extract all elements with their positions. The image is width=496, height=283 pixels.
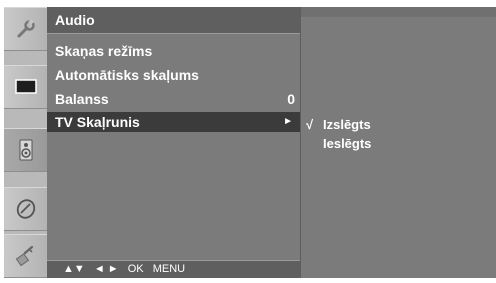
wrench-icon	[17, 19, 35, 38]
menu-item-auto-volume[interactable]: Automātisks skaļums	[47, 65, 300, 85]
ok-hint: OK	[127, 263, 144, 275]
audio-menu-panel: Audio Skaņas režīms Automātisks skaļums …	[47, 7, 301, 278]
rail-item-audio[interactable]	[4, 128, 47, 172]
rail-item-lock[interactable]	[4, 234, 47, 278]
menu-item-label: TV Skaļrunis	[55, 114, 140, 130]
category-rail	[4, 7, 47, 278]
option-off[interactable]: √ Izslēgts	[301, 115, 496, 135]
picture-icon	[14, 79, 37, 94]
leftright-arrows-icon: ◄ ►	[93, 263, 119, 275]
option-label: Ieslēgts	[323, 136, 372, 151]
menu-item-sound-mode[interactable]: Skaņas režīms	[47, 41, 300, 61]
balance-value: 0	[287, 91, 295, 107]
menu-item-balance[interactable]: Balanss 0	[47, 89, 300, 109]
menu-item-label: Balanss	[55, 91, 109, 107]
submenu-arrow-icon: ►	[283, 116, 293, 127]
tv-osd-screen: Audio Skaņas režīms Automātisks skaļums …	[0, 0, 496, 283]
tv-speaker-submenu: √ Izslēgts Ieslēgts	[301, 7, 496, 278]
menu-item-label: Automātisks skaļums	[55, 67, 199, 83]
submenu-header-bar	[301, 7, 496, 17]
nav-hint-bar: ▲▼ ◄ ► OK MENU	[47, 260, 300, 278]
checkmark-icon: √	[306, 117, 314, 132]
option-label: Izslēgts	[323, 117, 371, 132]
updown-arrows-icon: ▲▼	[63, 263, 85, 275]
menu-item-label: Skaņas režīms	[55, 43, 153, 59]
menu-item-tv-speaker[interactable]: TV Skaļrunis ►	[47, 112, 300, 132]
rail-item-time[interactable]	[4, 187, 47, 231]
clock-icon	[16, 199, 35, 219]
option-on[interactable]: Ieslēgts	[301, 134, 496, 154]
lock-icon	[15, 245, 33, 267]
speaker-icon	[19, 139, 32, 161]
rail-item-picture[interactable]	[4, 65, 47, 109]
menu-title: Audio	[47, 7, 300, 34]
rail-item-setup[interactable]	[4, 7, 47, 51]
menu-hint: MENU	[152, 263, 186, 275]
